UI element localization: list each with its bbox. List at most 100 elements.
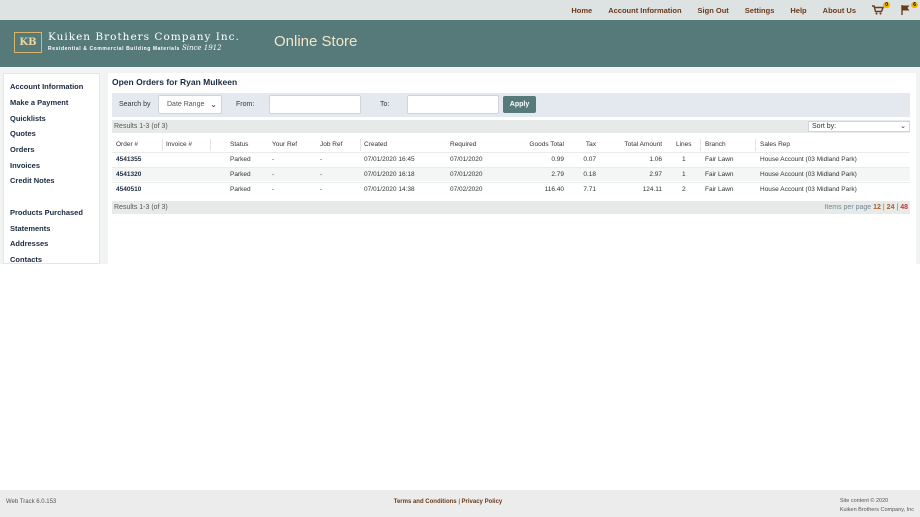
your-ref: - <box>272 171 275 178</box>
branch-name: Fair Lawn <box>705 186 734 193</box>
nav-account-information-link[interactable]: Account Information <box>608 6 681 15</box>
col-divider <box>700 139 701 151</box>
required-date: 07/02/2020 <box>450 186 483 193</box>
page-size-24-link[interactable]: 24 <box>887 204 895 211</box>
sort-by-label: Sort by: <box>812 123 837 130</box>
col-created[interactable]: Created <box>364 141 387 148</box>
sidebar-item-contacts[interactable]: Contacts <box>10 255 42 264</box>
items-per-page: Items per page 12 | 24 | 48 <box>824 204 908 211</box>
from-date-input[interactable] <box>269 95 361 114</box>
sidebar-item-quotes[interactable]: Quotes <box>10 129 36 138</box>
sales-rep: House Account (03 Midland Park) <box>760 171 857 178</box>
footer-links: Terms and Conditions | Privacy Policy <box>0 499 896 505</box>
goods-total: 0.99 <box>551 156 564 163</box>
search-by-value: Date Range <box>167 101 205 108</box>
nav-help-link[interactable]: Help <box>790 6 806 15</box>
required-date: 07/01/2020 <box>450 171 483 178</box>
sidebar-item-invoices[interactable]: Invoices <box>10 161 40 170</box>
sidebar-item-credit-notes[interactable]: Credit Notes <box>10 176 55 185</box>
account-sidebar: Account Information Make a Payment Quick… <box>3 73 100 264</box>
orders-panel: Open Orders for Ryan Mulkeen Search by D… <box>108 73 916 264</box>
company-logo[interactable]: KB <box>14 32 42 53</box>
total-amount: 1.06 <box>649 156 662 163</box>
pager-separator: | <box>896 204 899 211</box>
col-order[interactable]: Order # <box>116 141 138 148</box>
results-count: Results 1-3 (of 3) <box>114 204 168 211</box>
sidebar-item-orders[interactable]: Orders <box>10 145 35 154</box>
nav-sign-out-link[interactable]: Sign Out <box>698 6 729 15</box>
terms-link[interactable]: Terms and Conditions <box>394 499 457 505</box>
chevron-down-icon: ⌄ <box>210 100 217 109</box>
order-number-link[interactable]: 4541355 <box>116 156 141 163</box>
sales-rep: House Account (03 Midland Park) <box>760 186 857 193</box>
flag-count-badge: 6 <box>911 2 918 8</box>
job-ref: - <box>320 186 323 193</box>
sidebar-item-make-a-payment[interactable]: Make a Payment <box>10 98 68 107</box>
col-required[interactable]: Required <box>450 141 476 148</box>
copyright-line-1: Site content © 2020 <box>839 498 889 504</box>
table-row[interactable]: 4541320 Parked - - 07/01/2020 16:18 07/0… <box>112 167 910 181</box>
company-name: Kuiken Brothers Company Inc. <box>48 31 240 43</box>
col-total-amount[interactable]: Total Amount <box>602 141 662 148</box>
flag-button[interactable]: 6 <box>900 2 918 15</box>
items-per-page-label: Items per page <box>824 204 872 211</box>
branch-name: Fair Lawn <box>705 171 734 178</box>
sidebar-item-quicklists[interactable]: Quicklists <box>10 114 46 123</box>
results-count: Results 1-3 (of 3) <box>114 123 168 130</box>
chevron-down-icon: ⌄ <box>900 123 906 130</box>
results-bar-bottom: Results 1-3 (of 3) Items per page 12 | 2… <box>112 201 910 214</box>
col-status[interactable]: Status <box>230 141 248 148</box>
nav-home-link[interactable]: Home <box>571 6 592 15</box>
line-count: 2 <box>682 186 686 193</box>
pager-separator: | <box>882 204 885 211</box>
created-date: 07/01/2020 16:18 <box>364 171 415 178</box>
search-bar: Search by Date Range ⌄ From: To: Apply <box>112 93 910 117</box>
col-job-ref[interactable]: Job Ref <box>320 141 342 148</box>
line-count: 1 <box>682 156 686 163</box>
table-row[interactable]: 4541355 Parked - - 07/01/2020 16:45 07/0… <box>112 152 910 166</box>
sort-by-select[interactable]: Sort by: ⌄ <box>808 121 910 132</box>
col-goods-total[interactable]: Goods Total <box>512 141 564 148</box>
col-tax[interactable]: Tax <box>570 141 596 148</box>
to-label: To: <box>380 101 390 108</box>
to-date-input[interactable] <box>407 95 499 114</box>
status-text: Parked <box>230 156 251 163</box>
col-your-ref[interactable]: Your Ref <box>272 141 297 148</box>
order-number-link[interactable]: 4540510 <box>116 186 141 193</box>
cart-button[interactable]: 0 <box>872 2 890 15</box>
line-count: 1 <box>682 171 686 178</box>
since-text: Since 1912 <box>181 44 222 52</box>
col-sales-rep[interactable]: Sales Rep <box>760 141 790 148</box>
sidebar-item-products-purchased[interactable]: Products Purchased <box>10 208 83 217</box>
col-lines[interactable]: Lines <box>676 141 692 148</box>
cart-icon <box>872 5 885 15</box>
from-label: From: <box>236 101 255 108</box>
nav-about-us-link[interactable]: About Us <box>823 6 856 15</box>
sales-rep: House Account (03 Midland Park) <box>760 156 857 163</box>
required-date: 07/01/2020 <box>450 156 483 163</box>
col-branch[interactable]: Branch <box>705 141 726 148</box>
created-date: 07/01/2020 16:45 <box>364 156 415 163</box>
nav-settings-link[interactable]: Settings <box>745 6 775 15</box>
copyright: Site content © 2020 Kuiken Brothers Comp… <box>840 497 914 515</box>
page-size-48-current[interactable]: 48 <box>900 204 908 211</box>
top-utility-bar: Home Account Information Sign Out Settin… <box>0 0 920 20</box>
page-size-12-link[interactable]: 12 <box>873 204 881 211</box>
col-invoice[interactable]: Invoice # <box>166 141 192 148</box>
order-number-link[interactable]: 4541320 <box>116 171 141 178</box>
sidebar-item-statements[interactable]: Statements <box>10 224 50 233</box>
col-divider <box>755 139 756 151</box>
apply-button[interactable]: Apply <box>503 96 536 113</box>
status-text: Parked <box>230 186 251 193</box>
tax-amount: 7.71 <box>583 186 596 193</box>
privacy-link[interactable]: Privacy Policy <box>462 499 503 505</box>
your-ref: - <box>272 186 275 193</box>
search-by-select[interactable]: Date Range ⌄ <box>158 95 222 114</box>
created-date: 07/01/2020 14:38 <box>364 186 415 193</box>
orders-table-header: Order # Invoice # Status Your Ref Job Re… <box>112 139 910 152</box>
sidebar-item-addresses[interactable]: Addresses <box>10 239 48 248</box>
top-nav: Home Account Information Sign Out Settin… <box>571 0 918 20</box>
table-row[interactable]: 4540510 Parked - - 07/01/2020 14:38 07/0… <box>112 182 910 196</box>
sidebar-item-account-information[interactable]: Account Information <box>10 82 83 91</box>
company-tagline-text: Residential & Commercial Building Materi… <box>48 46 180 52</box>
